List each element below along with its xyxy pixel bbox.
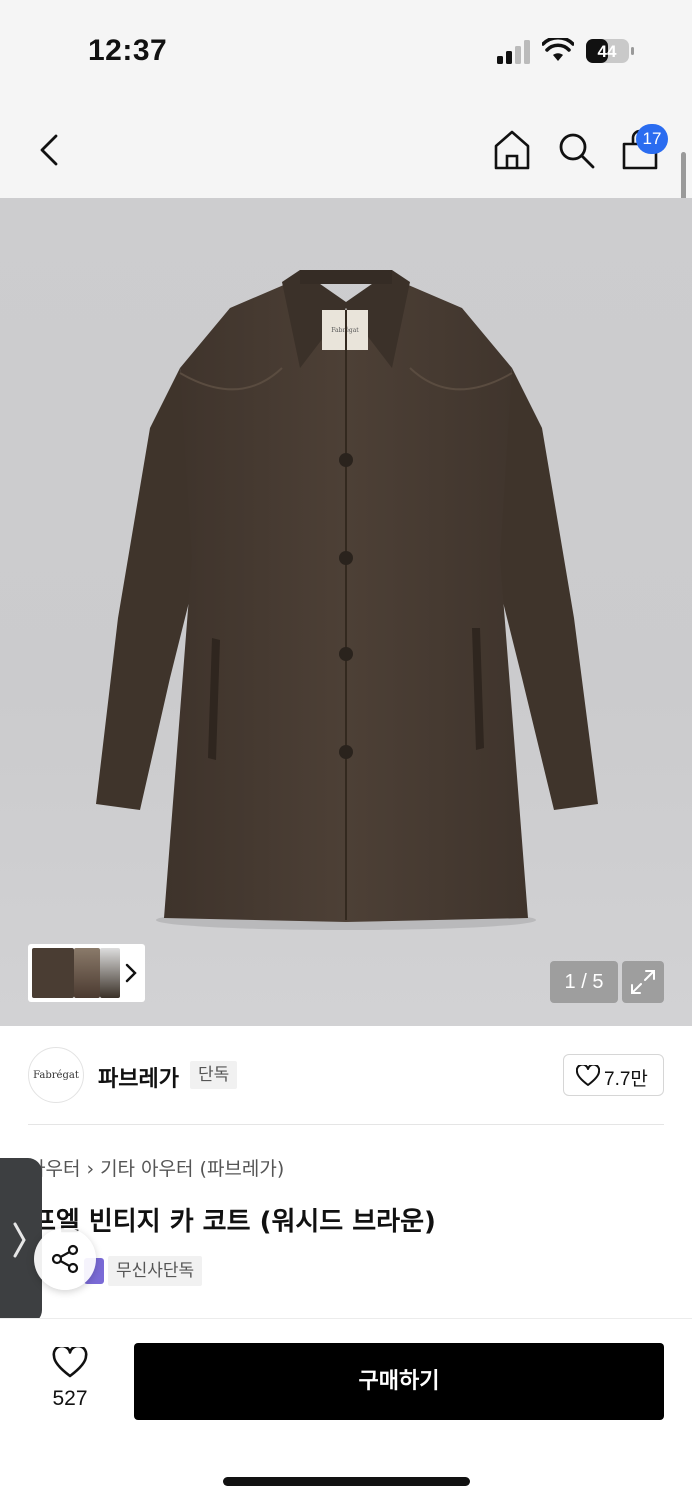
top-navigation: 17	[0, 100, 692, 198]
product-image: Fabrégat	[96, 270, 598, 930]
back-icon[interactable]	[34, 130, 66, 170]
breadcrumb-subcategory[interactable]: 기타 아우터 (파브레가)	[100, 1158, 284, 1180]
battery-icon: 44	[586, 39, 634, 63]
brand-like-count: 7.7만	[604, 1069, 648, 1090]
chevron-right-icon	[13, 1222, 26, 1258]
home-icon[interactable]	[492, 128, 532, 172]
chevron-right-icon[interactable]	[124, 962, 138, 984]
image-pager: 1 / 5	[550, 961, 618, 1003]
musinsa-exclusive-tag: 무신사단독	[108, 1256, 203, 1286]
thumbnail-1[interactable]	[32, 948, 74, 998]
thumbnail-2[interactable]	[74, 948, 100, 998]
brand-exclusive-tag: 단독	[190, 1061, 238, 1089]
cellular-signal-icon	[497, 40, 530, 64]
thumbnail-3[interactable]	[100, 948, 120, 998]
bottom-action-bar: 527 구매하기	[0, 1318, 692, 1500]
wishlist-count: 527	[52, 1387, 88, 1410]
thumbnail-strip[interactable]	[28, 944, 145, 1002]
buy-button[interactable]: 구매하기	[134, 1343, 664, 1420]
side-panel-handle[interactable]	[0, 1158, 42, 1324]
heart-icon	[52, 1347, 88, 1378]
breadcrumb-separator-icon: ›	[86, 1158, 95, 1180]
heart-icon	[576, 1065, 600, 1086]
status-bar: 12:37 44	[0, 0, 692, 100]
wifi-icon	[542, 38, 574, 61]
brand-name[interactable]: 파브레가	[98, 1061, 179, 1093]
divider	[28, 1124, 664, 1125]
breadcrumb: 아우터 › 기타 아우터 (파브레가)	[28, 1154, 284, 1181]
status-time: 12:37	[88, 34, 168, 67]
battery-level: 44	[598, 42, 617, 61]
wishlist-button[interactable]: 527	[34, 1347, 106, 1423]
share-button[interactable]	[34, 1228, 96, 1290]
share-icon	[51, 1244, 79, 1274]
product-image-gallery[interactable]: Fabrégat	[0, 198, 692, 1026]
search-icon[interactable]	[556, 130, 596, 170]
brand-logo[interactable]: Fabrégat	[28, 1047, 84, 1103]
product-title: 프엘 빈티지 카 코트 (워시드 브라운)	[32, 1207, 436, 1237]
home-indicator	[223, 1477, 470, 1486]
expand-icon	[631, 970, 655, 994]
brand-like-button[interactable]: 7.7만	[563, 1054, 664, 1096]
expand-button[interactable]	[622, 961, 664, 1003]
cart-count-badge: 17	[636, 124, 668, 154]
